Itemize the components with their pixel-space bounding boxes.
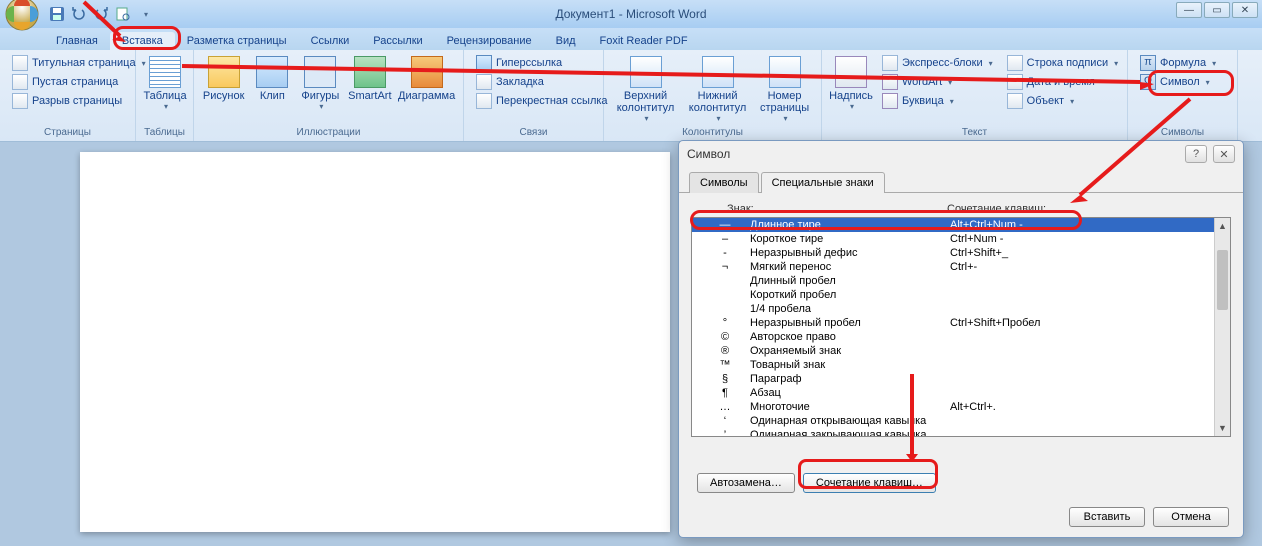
list-scrollbar[interactable]: ▲▼ xyxy=(1214,218,1230,436)
list-item[interactable]: Короткий пробел xyxy=(692,288,1230,302)
list-item[interactable]: ©Авторское право xyxy=(692,330,1230,344)
tab-review[interactable]: Рецензирование xyxy=(435,32,544,50)
wordart-button[interactable]: WordArt xyxy=(878,73,997,91)
list-item[interactable]: ¬Мягкий переносCtrl+- xyxy=(692,260,1230,274)
picture-button[interactable]: Рисунок xyxy=(202,54,245,104)
smartart-button[interactable]: SmartArt xyxy=(347,54,392,104)
group-text-label: Текст xyxy=(822,125,1127,140)
tab-references[interactable]: Ссылки xyxy=(299,32,362,50)
bookmark-button[interactable]: Закладка xyxy=(472,73,612,91)
textbox-button[interactable]: Надпись xyxy=(830,54,872,113)
dialog-title: Символ xyxy=(687,147,730,161)
qat-save-icon[interactable] xyxy=(48,5,66,23)
col-sign-label: Знак: xyxy=(727,203,947,215)
maximize-button[interactable]: ▭ xyxy=(1204,2,1230,18)
list-item[interactable]: -Неразрывный дефисCtrl+Shift+_ xyxy=(692,246,1230,260)
dialog-help-button[interactable]: ? xyxy=(1185,145,1207,163)
table-button[interactable]: Таблица xyxy=(144,54,186,113)
office-button[interactable] xyxy=(4,0,40,32)
autocorrect-button[interactable]: Автозамена… xyxy=(697,473,795,493)
tab-pagelayout[interactable]: Разметка страницы xyxy=(175,32,299,50)
list-item[interactable]: ¶Абзац xyxy=(692,386,1230,400)
pagenum-button[interactable]: Номер страницы xyxy=(756,54,813,125)
group-headerfooter-label: Колонтитулы xyxy=(604,125,821,140)
tab-mailings[interactable]: Рассылки xyxy=(361,32,434,50)
list-item[interactable]: —Длинное тиреAlt+Ctrl+Num - xyxy=(692,218,1230,232)
list-item[interactable]: ’Одинарная закрывающая кавычка xyxy=(692,428,1230,437)
list-item[interactable]: Длинный пробел xyxy=(692,274,1230,288)
shapes-button[interactable]: Фигуры xyxy=(299,54,341,113)
dialog-tab-special[interactable]: Специальные знаки xyxy=(761,172,885,193)
blank-page-button[interactable]: Пустая страница xyxy=(8,73,150,91)
qat-redo-icon[interactable] xyxy=(92,5,110,23)
list-item[interactable]: ‘Одинарная открывающая кавычка xyxy=(692,414,1230,428)
clip-button[interactable]: Клип xyxy=(251,54,293,104)
dropcap-button[interactable]: Буквица xyxy=(878,92,997,110)
equation-button[interactable]: πФормула xyxy=(1136,54,1220,72)
header-button[interactable]: Верхний колонтитул xyxy=(612,54,679,125)
qat-preview-icon[interactable] xyxy=(114,5,132,23)
list-item[interactable]: 1/4 пробела xyxy=(692,302,1230,316)
hyperlink-button[interactable]: Гиперссылка xyxy=(472,54,612,72)
list-item[interactable]: ®Охраняемый знак xyxy=(692,344,1230,358)
footer-button[interactable]: Нижний колонтитул xyxy=(685,54,750,125)
list-item[interactable]: …МноготочиеAlt+Ctrl+. xyxy=(692,400,1230,414)
qat-customize-icon[interactable] xyxy=(136,5,154,23)
list-item[interactable]: °Неразрывный пробелCtrl+Shift+Пробел xyxy=(692,316,1230,330)
special-chars-list[interactable]: —Длинное тиреAlt+Ctrl+Num -–Короткое тир… xyxy=(691,217,1231,437)
list-item[interactable]: –Короткое тиреCtrl+Num - xyxy=(692,232,1230,246)
list-item[interactable]: §Параграф xyxy=(692,372,1230,386)
signature-button[interactable]: Строка подписи xyxy=(1003,54,1122,72)
group-pages-label: Страницы xyxy=(0,125,135,140)
tab-foxit[interactable]: Foxit Reader PDF xyxy=(588,32,700,50)
qat-undo-icon[interactable] xyxy=(70,5,88,23)
shortcut-key-button[interactable]: Сочетание клавиш… xyxy=(803,473,936,493)
quickparts-button[interactable]: Экспресс-блоки xyxy=(878,54,997,72)
list-item[interactable]: ™Товарный знак xyxy=(692,358,1230,372)
object-button[interactable]: Объект xyxy=(1003,92,1122,110)
close-button[interactable]: ✕ xyxy=(1232,2,1258,18)
col-shortcut-label: Сочетание клавиш: xyxy=(947,203,1223,215)
tab-insert[interactable]: Вставка xyxy=(110,32,175,50)
group-illustrations-label: Иллюстрации xyxy=(194,125,463,140)
datetime-button[interactable]: Дата и время xyxy=(1003,73,1122,91)
group-tables-label: Таблицы xyxy=(136,125,193,140)
cancel-button[interactable]: Отмена xyxy=(1153,507,1229,527)
cover-page-button[interactable]: Титульная страница xyxy=(8,54,150,72)
symbol-dialog: Символ ? ✕ Символы Специальные знаки Зна… xyxy=(678,140,1244,538)
tab-home[interactable]: Главная xyxy=(44,32,110,50)
dialog-close-button[interactable]: ✕ xyxy=(1213,145,1235,163)
symbol-button[interactable]: ΩСимвол xyxy=(1136,73,1220,91)
minimize-button[interactable]: — xyxy=(1176,2,1202,18)
crossref-button[interactable]: Перекрестная ссылка xyxy=(472,92,612,110)
group-symbols-label: Символы xyxy=(1128,125,1237,140)
page-break-button[interactable]: Разрыв страницы xyxy=(8,92,150,110)
document-page[interactable] xyxy=(80,152,670,532)
window-title: Документ1 - Microsoft Word xyxy=(555,7,706,21)
group-links-label: Связи xyxy=(464,125,603,140)
tab-view[interactable]: Вид xyxy=(544,32,588,50)
chart-button[interactable]: Диаграмма xyxy=(398,54,455,104)
dialog-tab-symbols[interactable]: Символы xyxy=(689,172,759,193)
insert-button[interactable]: Вставить xyxy=(1069,507,1145,527)
